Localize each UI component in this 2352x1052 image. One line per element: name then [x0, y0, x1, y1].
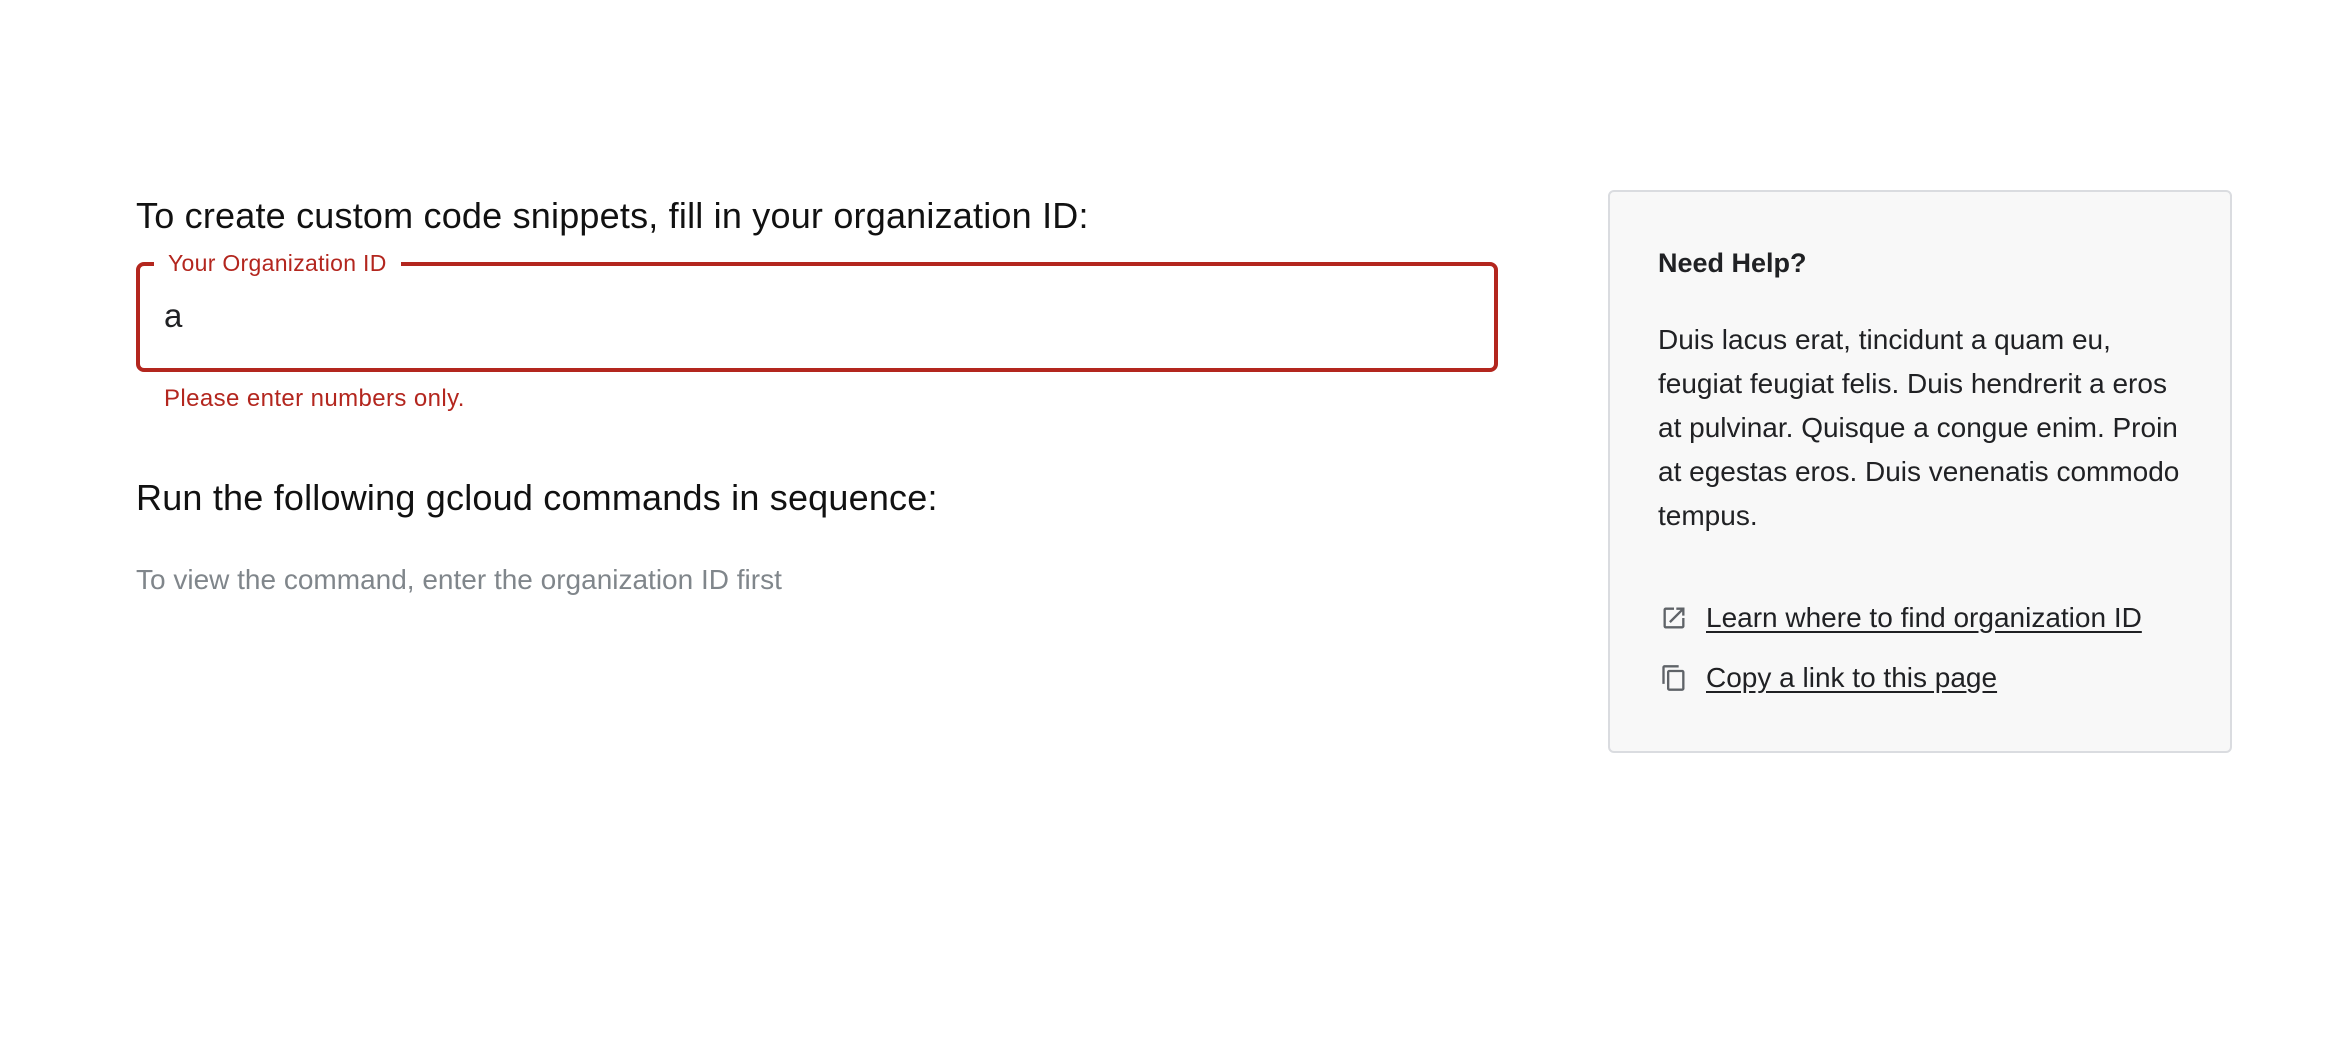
org-id-heading: To create custom code snippets, fill in … — [136, 195, 1089, 236]
help-title: Need Help? — [1658, 248, 1807, 278]
help-links: Learn where to find organization ID Copy… — [1658, 598, 2182, 698]
commands-hint: To view the command, enter the organizat… — [136, 564, 782, 595]
commands-heading: Run the following gcloud commands in seq… — [136, 477, 938, 518]
learn-org-id-link[interactable]: Learn where to find organization ID — [1658, 598, 2182, 638]
org-id-field-label: Your Organization ID — [154, 249, 401, 277]
org-id-input[interactable] — [164, 290, 1470, 342]
copy-page-link[interactable]: Copy a link to this page — [1658, 658, 2182, 698]
help-panel: Need Help? Duis lacus erat, tincidunt a … — [1608, 190, 2232, 753]
main-content: To create custom code snippets, fill in … — [136, 186, 1498, 598]
help-body: Duis lacus erat, tincidunt a quam eu, fe… — [1658, 324, 2180, 531]
learn-org-id-link-text[interactable]: Learn where to find organization ID — [1706, 602, 2142, 634]
copy-page-link-text[interactable]: Copy a link to this page — [1706, 662, 1997, 694]
open-in-new-icon — [1658, 602, 1690, 634]
page: To create custom code snippets, fill in … — [0, 0, 2352, 1052]
org-id-error-message: Please enter numbers only. — [164, 385, 465, 412]
copy-icon — [1658, 662, 1690, 694]
org-id-field[interactable]: Your Organization ID — [136, 249, 1498, 372]
